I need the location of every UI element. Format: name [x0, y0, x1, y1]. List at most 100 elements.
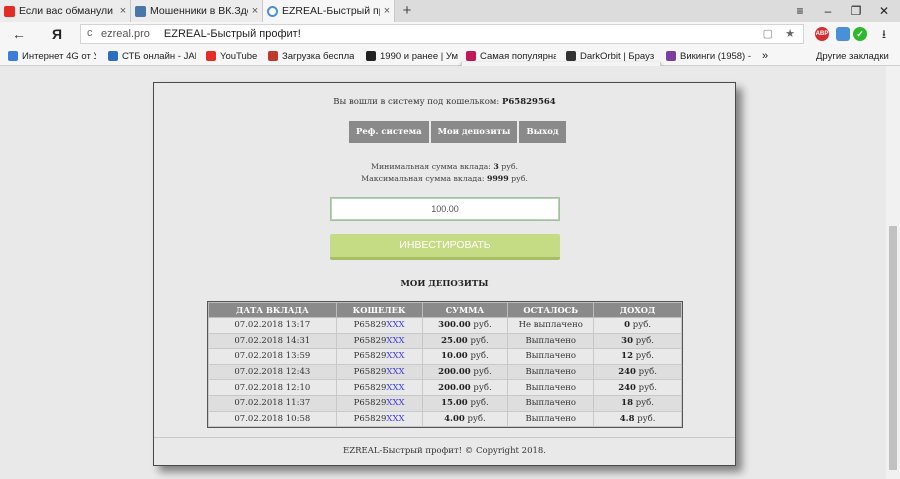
wallet-mask: XXX	[386, 367, 405, 378]
currency: руб.	[638, 382, 657, 393]
cell-income: 12 руб.	[593, 348, 682, 365]
cell-wallet: P65829XXX	[335, 379, 423, 396]
back-arrow-icon[interactable]: ←	[10, 25, 28, 43]
cell-sum: 4.00 руб.	[421, 410, 509, 428]
bookmark-item[interactable]: DarkOrbit | Брауз	[566, 49, 658, 63]
url-input[interactable]: c ezreal.pro EZREAL-Быстрый профит! ▢ ★	[80, 24, 804, 44]
bookmarks-bar: Интернет 4G от Ус СТБ онлайн - JAMB YouT…	[0, 46, 900, 66]
currency: руб.	[635, 351, 654, 362]
bookmark-label: Викинги (1958) - с	[680, 50, 754, 62]
currency: руб.	[473, 367, 492, 378]
tab-0[interactable]: Если вас обманули мошен ×	[0, 0, 131, 22]
wallet-prefix: P65829	[353, 413, 387, 424]
lock-icon[interactable]: ▢	[763, 27, 773, 40]
close-tab-icon[interactable]: ×	[380, 5, 394, 17]
min-value: 3	[493, 162, 499, 171]
bookmark-item[interactable]: YouTube	[206, 49, 264, 63]
logout-button[interactable]: Выход	[519, 121, 566, 143]
col-date: ДАТА ВКЛАДА	[208, 302, 337, 318]
bookmark-label: Самая популярная	[480, 50, 556, 62]
reload-icon[interactable]: c	[87, 27, 93, 39]
close-window-icon[interactable]: ✕	[870, 0, 898, 22]
address-bar: ← Я c ezreal.pro EZREAL-Быстрый профит! …	[0, 22, 900, 46]
wallet-number: P65829564	[502, 97, 556, 107]
extension-icon[interactable]	[836, 27, 850, 41]
account-menu: Реф. система Мои депозиты Выход	[349, 121, 566, 143]
currency: руб.	[635, 335, 654, 346]
bookmark-item[interactable]: 1990 и ранее | Ум	[366, 49, 458, 63]
col-income: ДОХОД	[593, 302, 682, 318]
cell-date: 07.02.2018 11:37	[208, 394, 337, 412]
bookmark-icon	[8, 51, 18, 61]
tab-title: Мошенники в ВК.Здесь баз	[150, 5, 248, 17]
bookmark-item[interactable]: Интернет 4G от Ус	[8, 49, 96, 63]
bookmark-item[interactable]: Загрузка бесплатн	[268, 49, 354, 63]
bookmark-label: Интернет 4G от Ус	[22, 50, 96, 62]
cell-income: 240 руб.	[593, 363, 682, 381]
login-status: Вы вошли в систему под кошельком: P65829…	[154, 97, 735, 107]
col-wallet: КОШЕЛЕК	[335, 302, 423, 318]
cell-left: Не выплачено	[507, 317, 595, 334]
tab-bar: Если вас обманули мошен × Мошенники в ВК…	[0, 0, 900, 22]
cell-left: Выплачено	[507, 394, 595, 412]
cell-date: 07.02.2018 12:10	[208, 379, 337, 396]
amount-input[interactable]: 100.00	[330, 197, 560, 221]
check-icon[interactable]: ✓	[853, 27, 867, 41]
cell-wallet: P65829XXX	[335, 317, 423, 334]
currency: руб.	[470, 335, 489, 346]
wallet-mask: XXX	[386, 398, 405, 409]
tab-2[interactable]: EZREAL-Быстрый профит! ×	[263, 0, 395, 22]
close-tab-icon[interactable]: ×	[116, 5, 130, 17]
bookmark-item[interactable]: Самая популярная	[466, 49, 556, 63]
page-viewport: Вы вошли в систему под кошельком: P65829…	[0, 66, 886, 479]
currency: руб.	[511, 174, 528, 183]
close-tab-icon[interactable]: ×	[248, 5, 262, 17]
bookmark-icon	[268, 51, 278, 61]
youtube-icon	[206, 51, 216, 61]
wallet-prefix: P65829	[353, 320, 387, 331]
cell-wallet: P65829XXX	[335, 348, 423, 365]
income-value: 12	[621, 351, 634, 362]
bookmark-label: YouTube	[220, 50, 258, 62]
scrollbar-thumb[interactable]	[889, 226, 897, 470]
my-deposits-button[interactable]: Мои депозиты	[430, 121, 518, 143]
tab-1[interactable]: Мошенники в ВК.Здесь баз ×	[131, 0, 263, 22]
wallet-prefix: P65829	[353, 335, 387, 346]
income-value: 240	[618, 382, 636, 393]
scrollbar[interactable]	[886, 66, 900, 479]
income-value: 0	[624, 320, 631, 331]
cell-income: 30 руб.	[593, 332, 682, 350]
url-host: ezreal.pro	[101, 28, 150, 40]
currency: руб.	[637, 413, 656, 424]
cell-left: Выплачено	[507, 410, 595, 428]
max-value: 9999	[486, 174, 509, 183]
wallet-prefix: P65829	[353, 398, 387, 409]
referral-button[interactable]: Реф. система	[349, 121, 429, 143]
menu-icon[interactable]: ≡	[786, 0, 814, 22]
bookmark-label: СТБ онлайн - JAMB	[122, 50, 196, 62]
minimize-icon[interactable]: –	[814, 0, 842, 22]
bookmark-item[interactable]: Викинги (1958) - с	[666, 49, 754, 63]
other-bookmarks[interactable]: Другие закладки ▼	[816, 49, 894, 63]
income-value: 18	[621, 398, 634, 409]
new-tab-button[interactable]: +	[399, 2, 415, 20]
invest-button[interactable]: ИНВЕСТИРОВАТЬ	[330, 234, 560, 260]
col-left: ОСТАЛОСЬ	[507, 302, 595, 318]
wallet-prefix: P65829	[353, 367, 387, 378]
loading-icon	[267, 5, 278, 17]
more-bookmarks-icon[interactable]: »	[762, 49, 776, 63]
wallet-mask: XXX	[386, 382, 405, 393]
cell-wallet: P65829XXX	[335, 410, 423, 428]
adblock-icon[interactable]: ABP	[815, 27, 829, 41]
maximize-icon[interactable]: ❐	[842, 0, 870, 22]
cell-income: 0 руб.	[593, 317, 682, 334]
col-sum: СУММА	[421, 302, 509, 318]
download-icon[interactable]: ⭳	[876, 25, 892, 43]
cell-income: 18 руб.	[593, 394, 682, 412]
star-icon[interactable]: ★	[785, 27, 795, 40]
income-value: 4.8	[619, 413, 635, 424]
yandex-icon[interactable]: Я	[48, 25, 66, 43]
sum-value: 200.00	[438, 382, 471, 393]
bookmark-item[interactable]: СТБ онлайн - JAMB	[108, 49, 196, 63]
footer: EZREAL-Быстрый профит! © Copyright 2018.	[154, 437, 735, 456]
